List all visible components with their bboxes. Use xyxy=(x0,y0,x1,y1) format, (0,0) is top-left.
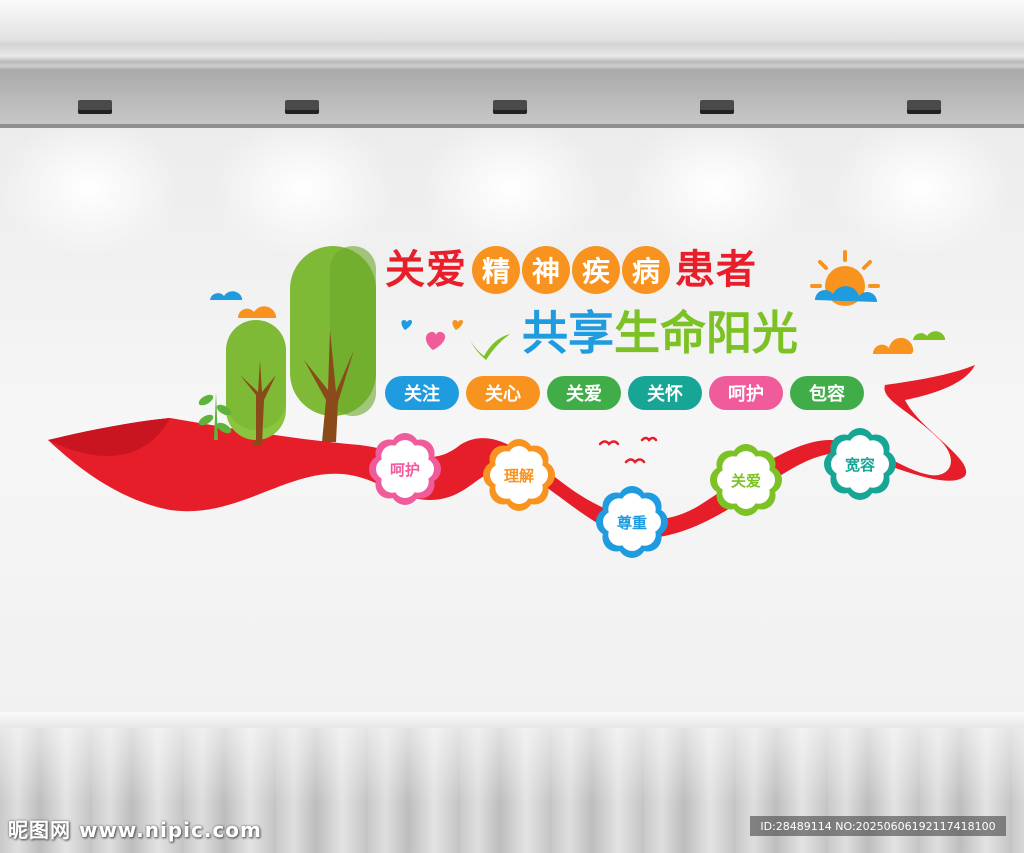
flower-label: 呵护 xyxy=(389,460,420,479)
keyword-pill: 关爱 xyxy=(547,376,621,410)
keyword-pill: 呵护 xyxy=(709,376,783,410)
title-line-2: 共享 生命阳光 xyxy=(522,310,798,356)
bird-icon xyxy=(598,436,658,464)
keyword-pill: 关怀 xyxy=(628,376,702,410)
flower-badge: 关爱 xyxy=(714,448,778,512)
title-dot-char: 疾 xyxy=(572,246,620,294)
tree-icon xyxy=(226,246,376,445)
watermark-site: 昵图网 www.nipic.com xyxy=(8,818,262,842)
flower-label: 关爱 xyxy=(730,471,761,490)
title-text: 患者 xyxy=(675,247,757,293)
title-dot-char: 病 xyxy=(622,246,670,294)
heart-icon xyxy=(401,320,510,360)
flower-label: 宽容 xyxy=(844,455,875,474)
title-dot-char: 精 xyxy=(472,246,520,294)
flower-badge: 理解 xyxy=(487,443,551,507)
flower-badge: 宽容 xyxy=(828,432,892,496)
title-dots: 精 神 疾 病 xyxy=(471,246,671,294)
subtitle-green: 生命阳光 xyxy=(614,306,798,360)
title-line-1: 关爱 精 神 疾 病 患者 xyxy=(385,246,757,294)
flower-badge: 呵护 xyxy=(373,437,437,501)
sun-icon xyxy=(810,250,880,306)
flower-label: 理解 xyxy=(503,466,534,485)
title-text: 关爱 xyxy=(385,247,467,293)
title-dot-char: 神 xyxy=(522,246,570,294)
keyword-pill: 包容 xyxy=(790,376,864,410)
wall-art xyxy=(48,246,975,558)
keyword-pills: 关注 关心 关爱 关怀 呵护 包容 xyxy=(385,376,864,410)
keyword-pill: 关心 xyxy=(466,376,540,410)
flower-badge: 尊重 xyxy=(600,490,664,554)
watermark-id: ID:28489114 NO:20250606192117418100 xyxy=(750,816,1006,836)
keyword-pill: 关注 xyxy=(385,376,459,410)
flower-label: 尊重 xyxy=(616,513,647,532)
subtitle-blue: 共享 xyxy=(522,306,614,360)
